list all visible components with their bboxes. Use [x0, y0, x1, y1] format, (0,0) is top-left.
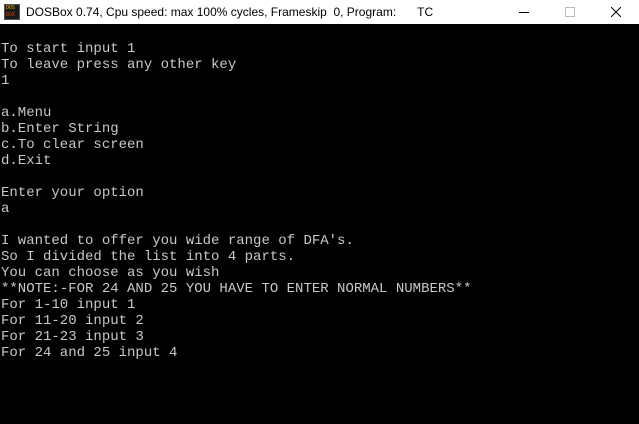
terminal-line: For 1-10 input 1: [1, 297, 136, 313]
minimize-button[interactable]: [501, 0, 547, 24]
program-name: TC: [417, 5, 434, 19]
close-button[interactable]: [593, 0, 639, 24]
close-icon: [611, 7, 621, 17]
dosbox-icon[interactable]: DOS BOX: [4, 4, 20, 20]
icon-text-top: DOS: [6, 5, 16, 11]
terminal-line: To start input 1: [1, 41, 136, 57]
terminal-line: For 24 and 25 input 4: [1, 345, 178, 361]
terminal-line: For 11-20 input 2: [1, 313, 144, 329]
terminal-line: d.Exit: [1, 153, 52, 169]
dosbox-window: DOS BOX DOSBox 0.74, Cpu speed: max 100%…: [0, 0, 639, 424]
icon-text-bottom: BOX: [6, 12, 16, 18]
terminal-line: I wanted to offer you wide range of DFA'…: [1, 233, 354, 249]
terminal-line: So I divided the list into 4 parts.: [1, 249, 296, 265]
minimize-icon: [519, 12, 529, 13]
terminal-line: b.Enter String: [1, 121, 119, 137]
terminal-line: To leave press any other key: [1, 57, 237, 73]
maximize-button[interactable]: [547, 0, 593, 24]
maximize-icon: [565, 7, 575, 17]
terminal-line: You can choose as you wish: [1, 265, 220, 281]
terminal-line: **NOTE:-FOR 24 AND 25 YOU HAVE TO ENTER …: [1, 281, 472, 297]
terminal-line: c.To clear screen: [1, 137, 144, 153]
terminal-line: a: [1, 201, 10, 217]
terminal-line: For 21-23 input 3: [1, 329, 144, 345]
window-controls: [501, 0, 639, 24]
dos-terminal-output[interactable]: To start input 1 To leave press any othe…: [0, 41, 639, 424]
terminal-line: 1: [1, 73, 10, 89]
terminal-line: Enter your option: [1, 185, 144, 201]
terminal-line: a.Menu: [1, 105, 52, 121]
window-title: DOSBox 0.74, Cpu speed: max 100% cycles,…: [26, 5, 397, 19]
title-bar[interactable]: DOS BOX DOSBox 0.74, Cpu speed: max 100%…: [0, 0, 639, 24]
